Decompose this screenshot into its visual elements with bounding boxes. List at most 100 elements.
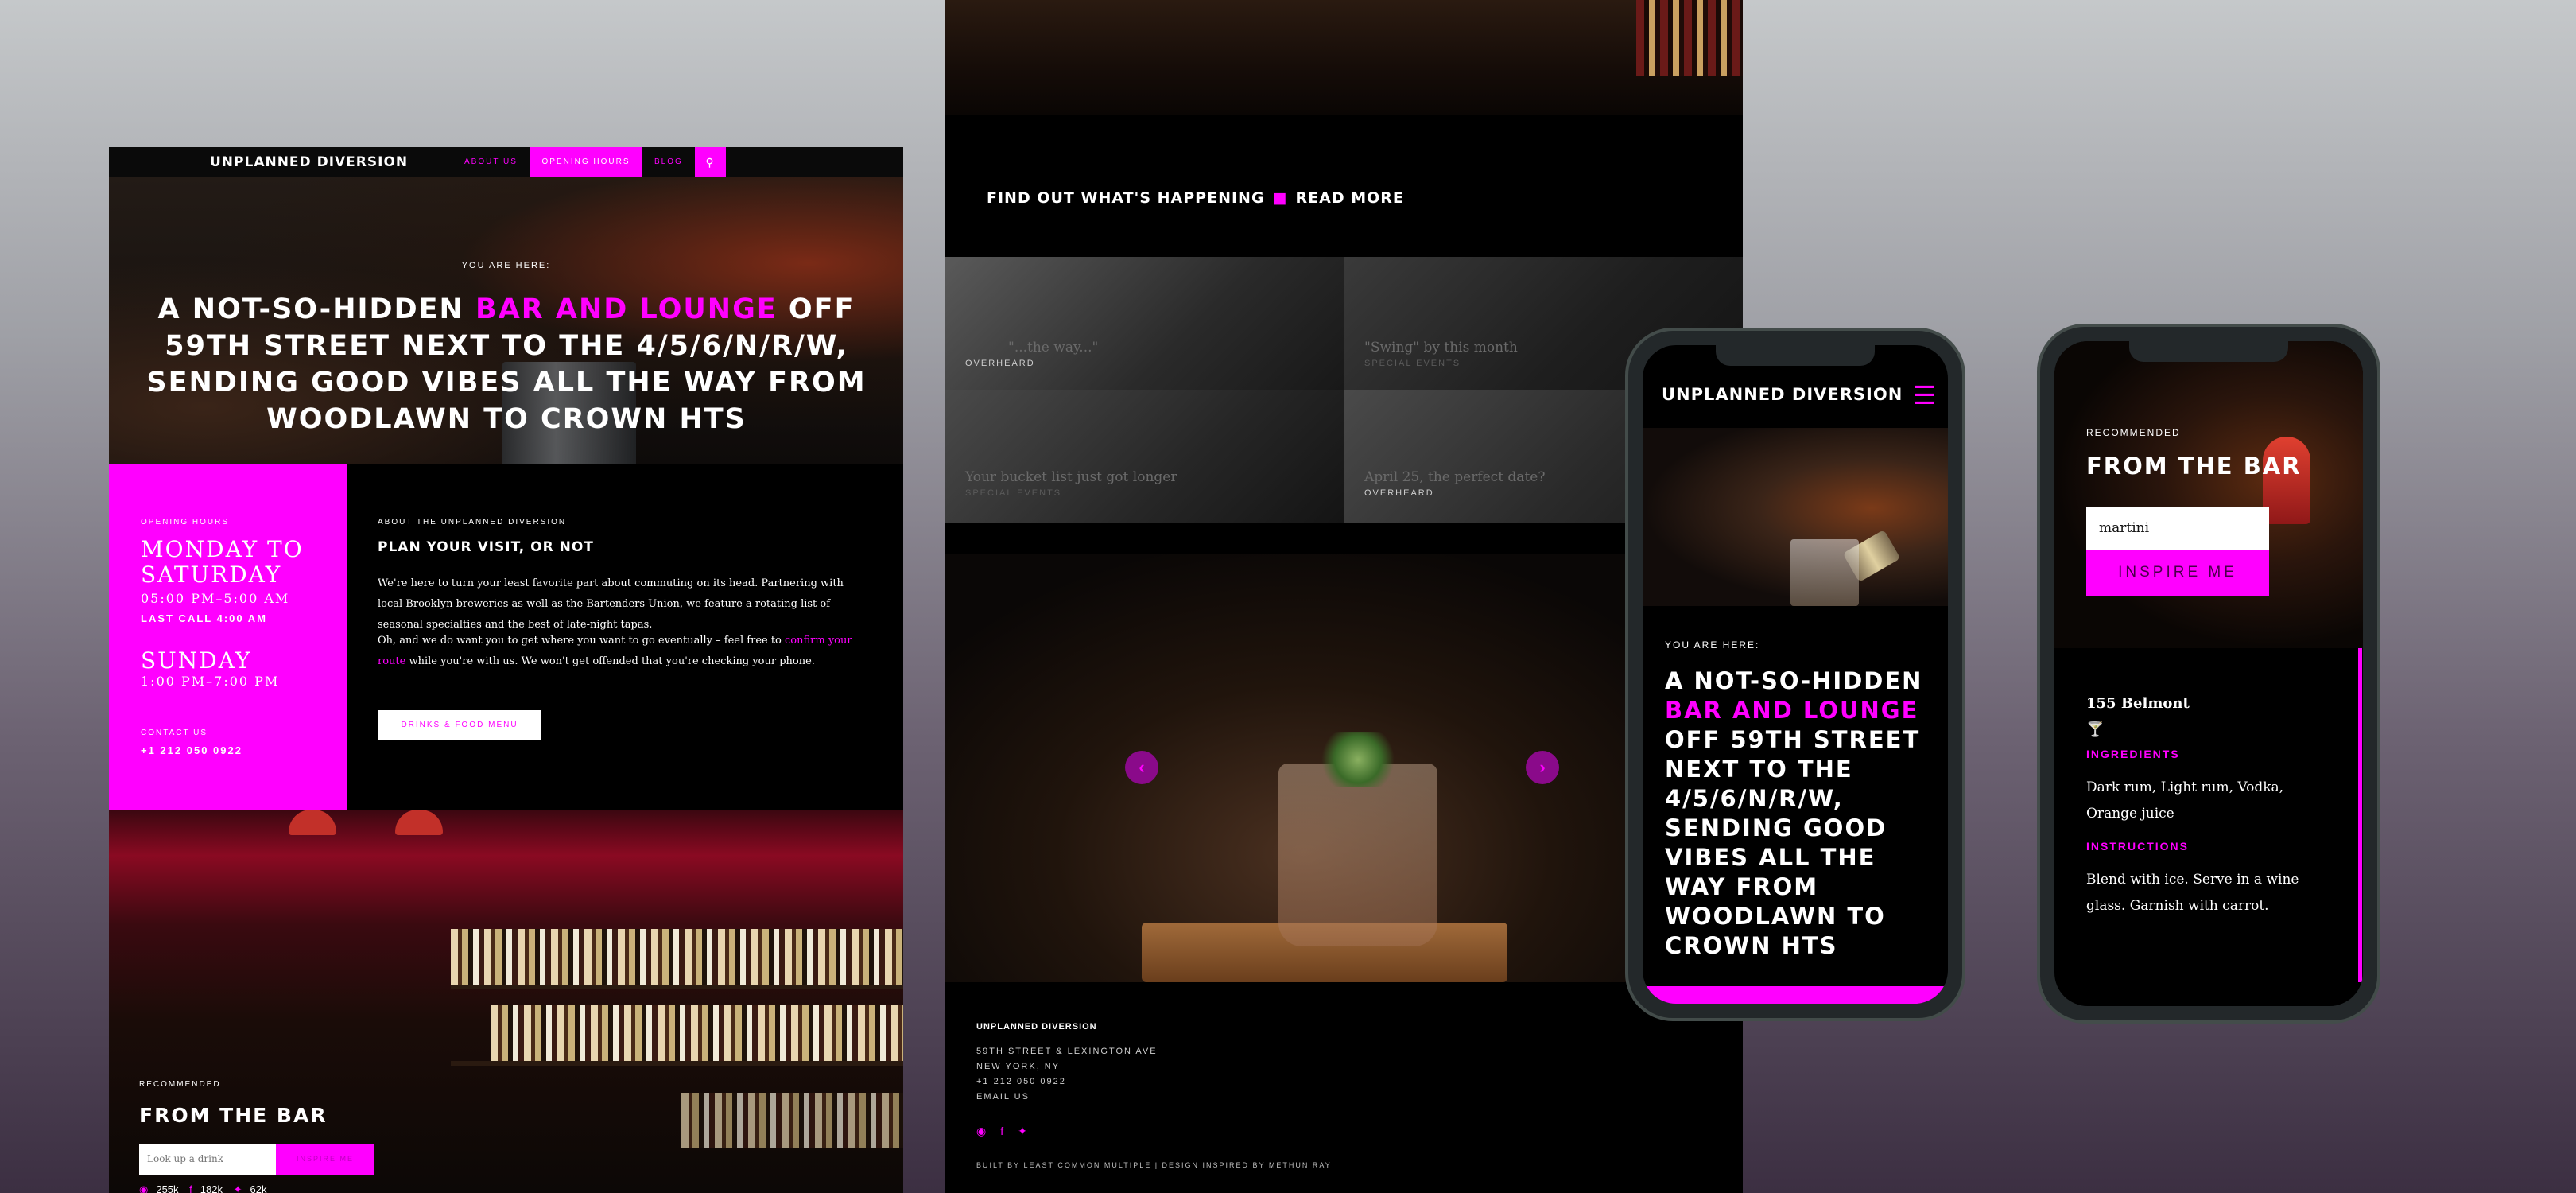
from-the-bar-heading: FROM THE BAR: [139, 1104, 328, 1127]
hero-headline-part1: A NOT-SO-HIDDEN: [1665, 667, 1923, 694]
bottle-shelf: [1636, 0, 1743, 76]
phone-notch: [2129, 341, 2288, 362]
twitter-count: 62k: [250, 1183, 267, 1193]
happening-text: FIND OUT WHAT'S HAPPENING: [987, 189, 1265, 207]
bartender-photo: [1643, 428, 1948, 606]
about-paragraph-2-start: Oh, and we do want you to get where you …: [378, 635, 786, 647]
about-section: ABOUT THE UNPLANNED DIVERSION PLAN YOUR …: [378, 464, 886, 810]
facebook-count: 182k: [200, 1183, 223, 1193]
hero-headline-highlight: BAR AND LOUNGE: [475, 293, 778, 325]
footer-brand: UNPLANNED DIVERSION: [976, 1022, 1097, 1032]
search-button[interactable]: ⚲: [695, 147, 726, 177]
shelf: [451, 985, 903, 989]
tile-category: SPECIAL EVENTS: [965, 488, 1062, 498]
slider-prev-button[interactable]: ‹: [1125, 751, 1158, 784]
tile-title: "...the way...": [1008, 340, 1099, 356]
page-continuation-mockup: FIND OUT WHAT'S HAPPENING ■ READ MORE "...…: [945, 0, 1743, 1193]
recommended-label: RECOMMENDED: [139, 1080, 221, 1089]
contact-label: CONTACT US: [141, 729, 208, 737]
about-heading: PLAN YOUR VISIT, OR NOT: [378, 539, 594, 555]
event-tile[interactable]: Your bucket list just got longer SPECIAL…: [945, 390, 1344, 523]
footer-credit: BUILT BY LEAST COMMON MULTIPLE | DESIGN …: [976, 1161, 1332, 1169]
ingredients-label: INGREDIENTS: [2086, 748, 2180, 760]
facebook-icon[interactable]: f: [1000, 1125, 1003, 1137]
scroll-indicator[interactable]: [2358, 648, 2362, 982]
hero-headline-part2: OFF 59TH STREET NEXT TO THE 4/5/6/N/R/W,…: [1665, 726, 1921, 959]
you-are-here-label: YOU ARE HERE:: [461, 261, 551, 270]
about-paragraph-2: Oh, and we do want you to get where you …: [378, 631, 855, 672]
social-counts: ◉ 255k f 182k ✦ 62k: [139, 1183, 275, 1193]
hero-headline: A NOT-SO-HIDDEN BAR AND LOUNGE OFF 59TH …: [1665, 666, 1935, 961]
opening-hours-label: OPENING HOURS: [141, 518, 230, 527]
tile-category: OVERHEARD: [1364, 488, 1434, 498]
bottle-shelf: [491, 1005, 903, 1061]
phone-mockup-home: UNPLANNED DIVERSION ☰ YOU ARE HERE: A NO…: [1625, 328, 1965, 1021]
read-more-link[interactable]: READ MORE: [1296, 189, 1404, 207]
brand-logo[interactable]: UNPLANNED DIVERSION: [1662, 385, 1903, 404]
about-paragraph-2-end: while you're with us. We won't get offen…: [405, 655, 815, 667]
nav-blog[interactable]: BLOG: [654, 147, 683, 177]
weekday-days: MONDAY TO SATURDAY: [141, 536, 304, 588]
search-icon: ⚲: [705, 156, 716, 169]
instagram-count: 255k: [156, 1183, 179, 1193]
hero-headline-highlight: BAR AND LOUNGE: [1665, 697, 1919, 724]
phone-number[interactable]: +1 212 050 0922: [141, 744, 242, 756]
photo-glass: [1790, 539, 1859, 606]
sunday-day: SUNDAY: [141, 647, 252, 674]
chevron-right-icon: ›: [1539, 757, 1546, 777]
recommended-label: RECOMMENDED: [2086, 427, 2181, 438]
facebook-icon[interactable]: f: [189, 1183, 192, 1193]
hero-section: YOU ARE HERE: A NOT-SO-HIDDEN BAR AND LO…: [109, 177, 903, 464]
brand-logo[interactable]: UNPLANNED DIVERSION: [210, 147, 408, 177]
photo-lamp: [2263, 437, 2310, 524]
phone-screen: RECOMMENDED FROM THE BAR martini INSPIRE…: [2054, 341, 2363, 1006]
desktop-page-mockup: UNPLANNED DIVERSION ABOUT US OPENING HOU…: [109, 147, 903, 1193]
footer-address-line-1: 59TH STREET & LEXINGTON AVE: [976, 1047, 1158, 1056]
tile-category: SPECIAL EVENTS: [1364, 359, 1461, 368]
slider-photo-garnish: [1314, 732, 1402, 787]
instagram-icon[interactable]: ◉: [139, 1183, 148, 1193]
nav-about-us[interactable]: ABOUT US: [464, 147, 518, 177]
chevron-left-icon: ‹: [1139, 757, 1145, 777]
about-paragraph-1: We're here to turn your least favorite p…: [378, 577, 844, 631]
inspire-me-button[interactable]: INSPIRE ME: [276, 1144, 374, 1175]
drink-location: 155 Belmont: [2086, 695, 2190, 712]
hero-headline-part1: A NOT-SO-HIDDEN: [157, 293, 476, 325]
bar-lamp: [395, 810, 443, 835]
slider-photo-cocktail: [1278, 764, 1437, 946]
tile-title: Your bucket list just got longer: [965, 469, 1177, 485]
twitter-icon[interactable]: ✦: [234, 1183, 242, 1193]
tile-category: OVERHEARD: [965, 359, 1035, 368]
sunday-time: 1:00 PM–7:00 PM: [141, 674, 280, 689]
footer: UNPLANNED DIVERSION 59TH STREET & LEXING…: [976, 1022, 1692, 1105]
bar-background-photo: RECOMMENDED FROM THE BAR INSPIRE ME ◉ 255…: [109, 810, 903, 1193]
cocktail-glass-icon: 🍸: [2086, 721, 2105, 737]
tile-title: April 25, the perfect date?: [1364, 469, 1546, 485]
drink-search-input[interactable]: [139, 1144, 276, 1175]
drink-search-input[interactable]: martini: [2086, 507, 2269, 550]
instructions-label: INSTRUCTIONS: [2086, 840, 2189, 853]
event-tile[interactable]: "...the way..." OVERHEARD: [945, 257, 1344, 390]
slider-next-button[interactable]: ›: [1526, 751, 1559, 784]
happening-banner: FIND OUT WHAT'S HAPPENING ■ READ MORE: [987, 189, 1404, 207]
shelf: [451, 1061, 903, 1066]
footer-email-link[interactable]: EMAIL US: [976, 1090, 1692, 1105]
nav-opening-hours[interactable]: OPENING HOURS: [530, 147, 642, 177]
opening-hours-panel: OPENING HOURS MONDAY TO SATURDAY 05:00 P…: [109, 464, 347, 810]
bottle-shelf: [681, 1093, 903, 1148]
phone-notch: [1716, 345, 1875, 366]
footer-phone[interactable]: +1 212 050 0922: [976, 1074, 1692, 1090]
hamburger-menu-icon[interactable]: ☰: [1913, 383, 1938, 409]
phone-screen: UNPLANNED DIVERSION ☰ YOU ARE HERE: A NO…: [1643, 345, 1948, 1004]
weekday-time: 05:00 PM–5:00 AM: [141, 591, 290, 606]
top-navigation: UNPLANNED DIVERSION ABOUT US OPENING HOU…: [109, 147, 903, 177]
hero-headline: A NOT-SO-HIDDEN BAR AND LOUNGE OFF 59TH …: [141, 291, 872, 437]
ingredients-text: Dark rum, Light rum, Vodka, Orange juice: [2086, 779, 2284, 822]
phone-mockup-recommended: RECOMMENDED FROM THE BAR martini INSPIRE…: [2037, 324, 2380, 1024]
instructions-text: Blend with ice. Serve in a wine glass. G…: [2086, 872, 2299, 914]
instagram-icon[interactable]: ◉: [976, 1125, 986, 1137]
accent-bar: [1643, 986, 1948, 1004]
twitter-icon[interactable]: ✦: [1018, 1125, 1027, 1137]
inspire-me-button[interactable]: INSPIRE ME: [2086, 550, 2269, 596]
drinks-food-menu-button[interactable]: DRINKS & FOOD MENU: [378, 710, 541, 740]
